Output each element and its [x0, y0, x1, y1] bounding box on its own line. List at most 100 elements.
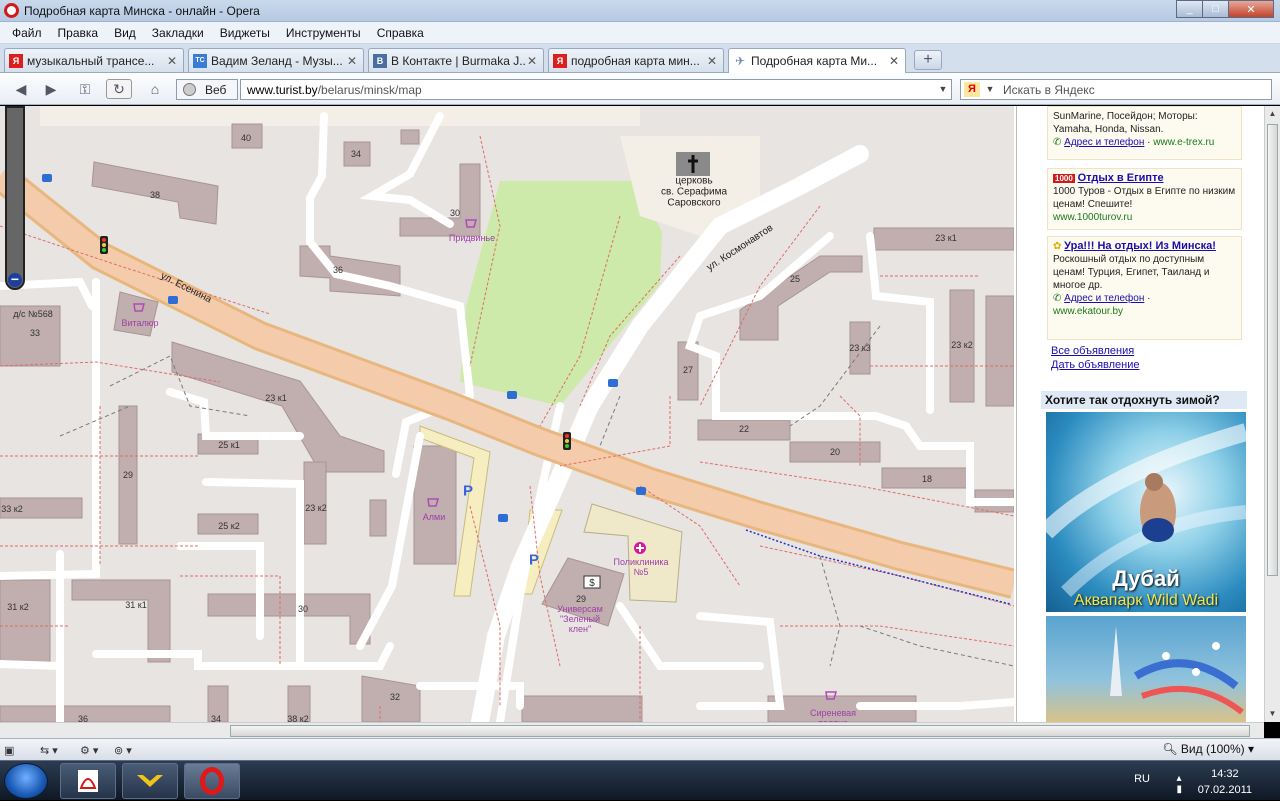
- building: [71, 579, 171, 663]
- ad-block-1: SunMarine, Посейдон; Моторы: Yamaha, Hon…: [1047, 106, 1242, 160]
- home-icon[interactable]: ⌂: [142, 79, 168, 99]
- zoom-control[interactable]: 🔍︎ Вид (100%) ▾: [1162, 742, 1254, 756]
- menu-widgets[interactable]: Виджеты: [212, 26, 278, 40]
- tab-bar: Я музыкальный трансе... ✕ TC Вадим Зелан…: [0, 44, 1280, 73]
- ad-block-2: 1000 Отдых в Египте 1000 Туров - Отдых в…: [1047, 168, 1242, 230]
- unite-icon[interactable]: ⚙ ▾: [80, 742, 98, 758]
- url-dropdown-icon[interactable]: ▼: [935, 80, 951, 99]
- window-title: Подробная карта Минска - онлайн - Opera: [24, 4, 260, 18]
- address-bar[interactable]: www.turist.by/belarus/minsk/map ▼: [240, 79, 952, 100]
- forward-arrow-icon[interactable]: ▶: [38, 79, 64, 99]
- vertical-scrollbar[interactable]: ▲ ▼: [1264, 106, 1280, 722]
- ad-1-url[interactable]: www.e-trex.ru: [1153, 137, 1214, 148]
- close-tab-icon[interactable]: ✕: [705, 54, 719, 68]
- taskbar-opera[interactable]: [184, 763, 240, 799]
- map-zoom-slider[interactable]: −: [5, 106, 25, 290]
- horizontal-scroll-thumb[interactable]: [230, 725, 1250, 737]
- ad-2-title-link[interactable]: Отдых в Египте: [1078, 172, 1164, 184]
- tab-1[interactable]: Я музыкальный трансе... ✕: [4, 48, 184, 72]
- tab-2[interactable]: TC Вадим Зеланд - Музы... ✕: [188, 48, 364, 72]
- yandex-favicon-icon: Я: [553, 53, 567, 68]
- wand-key-icon[interactable]: ⚿: [72, 79, 98, 99]
- building-number-label: 27: [682, 365, 694, 375]
- ad-1-line-2: Yamaha, Honda, Nissan.: [1053, 124, 1164, 135]
- building-number-label: 31 к2: [7, 602, 29, 612]
- panel-toggle-icon[interactable]: ▣: [4, 742, 14, 758]
- close-tab-icon[interactable]: ✕: [525, 54, 539, 68]
- waterpark-map-banner[interactable]: [1046, 616, 1246, 722]
- menu-bookmarks[interactable]: Закладки: [144, 26, 212, 40]
- magnifier-icon: 🔍︎: [1162, 742, 1178, 756]
- close-button[interactable]: ✕: [1228, 0, 1274, 18]
- new-tab-button[interactable]: +: [914, 50, 942, 70]
- scroll-down-icon[interactable]: ▼: [1265, 706, 1280, 722]
- clock[interactable]: 14:32 07.02.2011: [1198, 766, 1252, 798]
- menu-tools[interactable]: Инструменты: [278, 26, 369, 40]
- ad-2-url[interactable]: www.1000turov.ru: [1053, 211, 1236, 224]
- minimize-button[interactable]: _: [1176, 0, 1203, 18]
- building-number-label: 30: [449, 208, 461, 218]
- scroll-thumb[interactable]: [1267, 124, 1278, 576]
- ad-1-contact-link[interactable]: Адрес и телефон: [1064, 137, 1144, 148]
- yellow-chevron-icon: [137, 775, 163, 787]
- scroll-up-icon[interactable]: ▲: [1265, 106, 1280, 122]
- svg-text:$: $: [589, 578, 595, 589]
- turbo-icon[interactable]: ⇆ ▾: [40, 742, 58, 758]
- window-titlebar[interactable]: Подробная карта Минска - онлайн - Opera …: [0, 0, 1280, 22]
- maximize-button[interactable]: □: [1202, 0, 1229, 18]
- all-ads-link[interactable]: Все объявления: [1051, 345, 1134, 357]
- status-bar: ▣ ⇆ ▾ ⚙ ▾ ⊚ ▾ 🔍︎ Вид (100%) ▾: [0, 738, 1280, 760]
- search-engine-dropdown-icon[interactable]: ▼: [983, 80, 997, 99]
- banner-caption-title: Дубай: [1112, 566, 1180, 591]
- close-tab-icon[interactable]: ✕: [345, 54, 359, 68]
- menu-bar: Файл Правка Вид Закладки Виджеты Инструм…: [0, 22, 1280, 44]
- close-tab-icon[interactable]: ✕: [887, 54, 901, 68]
- taskbar-acrobat[interactable]: [60, 763, 116, 799]
- tab-5-active[interactable]: ✈ Подробная карта Ми... ✕: [728, 48, 906, 73]
- ad-3-contact-link[interactable]: Адрес и телефон: [1064, 293, 1144, 304]
- building: [0, 579, 51, 663]
- language-indicator[interactable]: RU: [1134, 773, 1150, 785]
- parking-icon: P: [462, 482, 474, 500]
- building-number-label: 25 к2: [218, 521, 240, 531]
- back-arrow-icon[interactable]: ◀: [8, 79, 34, 99]
- building-number-label: 33 к2: [1, 504, 23, 514]
- ad-3-title-link[interactable]: Ура!!! На отдых! Из Минска!: [1064, 240, 1216, 252]
- building-number-label: 23 к2: [305, 503, 327, 513]
- web-search-button[interactable]: Веб: [176, 79, 238, 100]
- poi-label: Сиреневая поляна: [809, 708, 857, 722]
- menu-edit[interactable]: Правка: [50, 26, 107, 40]
- building-number-label: 33: [29, 328, 41, 338]
- yandex-search-icon[interactable]: Я: [964, 82, 980, 97]
- taskbar-app-2[interactable]: [122, 763, 178, 799]
- 1000turov-logo-icon: 1000: [1053, 174, 1075, 183]
- tab-4[interactable]: Я подробная карта мин... ✕: [548, 48, 724, 72]
- url-domain: www.turist.by: [247, 83, 318, 97]
- building-number-label: 38: [149, 190, 161, 200]
- tab-3[interactable]: В В Контакте | Burmaka J... ✕: [368, 48, 544, 72]
- building-number-label: 31 к1: [125, 600, 147, 610]
- menu-file[interactable]: Файл: [4, 26, 50, 40]
- dubai-waterpark-banner[interactable]: Дубай Аквапарк Wild Wadi: [1046, 412, 1246, 612]
- tray-arrows-icon[interactable]: ▴ ▮: [1177, 773, 1183, 795]
- menu-view[interactable]: Вид: [106, 26, 144, 40]
- city-map[interactable]: $ 40 34 38 30 Придвинье 36 д/с №568 33 Виталюр 23…: [0, 106, 1014, 722]
- post-ad-link[interactable]: Дать объявление: [1051, 359, 1140, 371]
- ad-2-text: 1000 Туров - Отдых в Египте по низким це…: [1053, 186, 1236, 210]
- zoom-label: Вид (100%): [1180, 742, 1245, 756]
- menu-help[interactable]: Справка: [369, 26, 432, 40]
- search-field[interactable]: Я ▼ Искать в Яндекс: [960, 79, 1272, 100]
- building-number-label: 23 к1: [265, 393, 287, 403]
- poi-label: Алми: [422, 512, 446, 522]
- zoom-out-button[interactable]: −: [8, 272, 22, 287]
- church-label: церковь св. Серафима Саровского: [660, 175, 728, 209]
- building-number-label: 29: [122, 470, 134, 480]
- url-path: /belarus/minsk/map: [317, 83, 422, 97]
- reload-icon[interactable]: ↻: [106, 79, 132, 99]
- close-tab-icon[interactable]: ✕: [165, 54, 179, 68]
- start-button[interactable]: [4, 763, 48, 799]
- opera-link-icon[interactable]: ⊚ ▾: [114, 742, 132, 758]
- ad-3-url[interactable]: www.ekatour.by: [1053, 305, 1236, 318]
- horizontal-scrollbar[interactable]: [0, 722, 1264, 738]
- building-number-label: 23 к3: [849, 343, 871, 353]
